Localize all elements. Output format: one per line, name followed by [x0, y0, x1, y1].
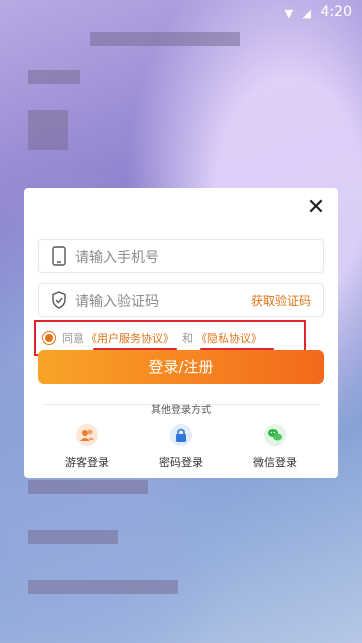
pixelated-content	[90, 32, 240, 46]
phone-icon	[52, 246, 66, 266]
agreement-prefix: 同意	[62, 332, 84, 345]
status-bar: ▼ ◢ 4:20	[0, 0, 362, 26]
password-login-label: 密码登录	[159, 456, 203, 469]
agreement-radio[interactable]	[42, 331, 56, 345]
other-login-title: 其他登录方式	[145, 405, 217, 416]
login-dialog: ✕ 请输入手机号 请输入验证码 获取验证码 同意 《用户服务协议》 和 《隐私协…	[24, 188, 338, 478]
agreement-connector: 和	[182, 332, 193, 345]
password-login-option[interactable]: 密码登录	[141, 424, 221, 470]
wechat-login-label: 微信登录	[253, 456, 297, 469]
status-time: 4:20	[320, 4, 352, 20]
guest-icon	[76, 424, 98, 446]
shield-check-icon	[52, 291, 66, 309]
wechat-icon	[264, 424, 286, 446]
wechat-login-option[interactable]: 微信登录	[235, 424, 315, 470]
pixelated-content	[28, 110, 68, 150]
lock-icon	[170, 424, 192, 446]
user-agreement-link[interactable]: 《用户服务协议》	[86, 330, 174, 346]
code-placeholder: 请输入验证码	[75, 294, 159, 310]
phone-field[interactable]: 请输入手机号	[38, 239, 324, 273]
guest-login-option[interactable]: 游客登录	[47, 424, 127, 470]
close-icon[interactable]: ✕	[304, 196, 328, 220]
get-code-button[interactable]: 获取验证码	[251, 292, 311, 309]
guest-login-label: 游客登录	[65, 456, 109, 469]
pixelated-content	[28, 530, 118, 544]
pixelated-content	[28, 580, 178, 594]
verification-code-field[interactable]: 请输入验证码 获取验证码	[38, 283, 324, 317]
pixelated-content	[28, 70, 80, 84]
pixelated-content	[28, 480, 148, 494]
other-login-divider: 其他登录方式	[24, 398, 338, 416]
status-icons: ▼ ◢	[284, 7, 314, 20]
phone-placeholder: 请输入手机号	[75, 250, 159, 266]
login-register-button[interactable]: 登录/注册	[38, 350, 324, 384]
privacy-link[interactable]: 《隐私协议》	[196, 330, 262, 346]
